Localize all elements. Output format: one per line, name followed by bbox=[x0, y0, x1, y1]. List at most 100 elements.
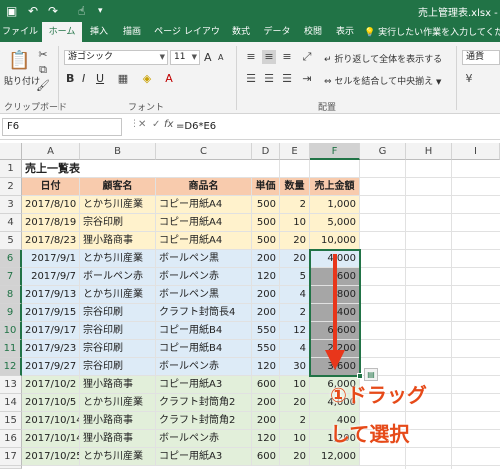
font-size-select[interactable]: 11 ▼ bbox=[170, 50, 200, 65]
undo-icon[interactable]: ↶ bbox=[28, 3, 38, 19]
row-header[interactable]: 13 bbox=[0, 376, 22, 394]
indent-icon[interactable]: ⇥ bbox=[300, 72, 314, 86]
table-cell[interactable]: 120 bbox=[252, 430, 280, 448]
row-header[interactable]: 6 bbox=[0, 250, 22, 268]
column-header-b[interactable]: B bbox=[80, 143, 156, 160]
table-cell[interactable]: クラフト封筒角2 bbox=[156, 394, 252, 412]
table-cell[interactable]: コピー用紙A3 bbox=[156, 376, 252, 394]
copy-icon[interactable]: ⧉ bbox=[36, 63, 50, 77]
insert-function-icon[interactable]: fx bbox=[164, 119, 173, 130]
table-cell[interactable]: 2017/9/27 bbox=[22, 358, 80, 376]
table-cell[interactable]: 200 bbox=[252, 304, 280, 322]
table-cell[interactable]: 20 bbox=[280, 394, 310, 412]
align-top-icon[interactable]: ≡ bbox=[244, 50, 258, 64]
table-cell[interactable]: 20 bbox=[280, 250, 310, 268]
table-cell[interactable]: クラフト封筒角2 bbox=[156, 412, 252, 430]
table-cell[interactable]: 20 bbox=[280, 448, 310, 466]
header-quantity[interactable]: 数量 bbox=[280, 178, 310, 196]
table-cell[interactable]: 狸小路商事 bbox=[80, 232, 156, 250]
grow-font-button[interactable]: A bbox=[204, 51, 212, 64]
table-cell[interactable]: ボールペン赤 bbox=[156, 358, 252, 376]
row-header[interactable]: 1 bbox=[0, 160, 22, 178]
merge-center-button[interactable]: ⇔ セルを結合して中央揃え ▼ bbox=[324, 74, 441, 87]
table-cell[interactable]: 2017/9/13 bbox=[22, 286, 80, 304]
tab-view[interactable]: 表示 bbox=[330, 22, 360, 42]
table-cell[interactable]: 200 bbox=[252, 412, 280, 430]
table-cell[interactable]: 12,000 bbox=[310, 448, 360, 466]
column-header-a[interactable]: A bbox=[22, 143, 80, 160]
header-sales-amount[interactable]: 売上金額 bbox=[310, 178, 360, 196]
save-icon[interactable]: ▣ bbox=[6, 3, 17, 19]
italic-button[interactable]: I bbox=[82, 72, 85, 85]
name-box[interactable]: F6 bbox=[2, 118, 122, 136]
cancel-icon[interactable]: ✕ bbox=[138, 119, 146, 130]
table-cell[interactable]: 宗谷印刷 bbox=[80, 304, 156, 322]
align-middle-icon[interactable]: ≡ bbox=[262, 50, 276, 64]
table-cell[interactable]: 5 bbox=[280, 268, 310, 286]
table-cell[interactable]: 200 bbox=[252, 286, 280, 304]
table-cell[interactable]: 600 bbox=[252, 448, 280, 466]
table-cell[interactable]: 2017/9/15 bbox=[22, 304, 80, 322]
table-cell[interactable]: 600 bbox=[252, 376, 280, 394]
table-cell[interactable]: 2017/9/7 bbox=[22, 268, 80, 286]
table-cell[interactable]: 200 bbox=[252, 394, 280, 412]
table-cell[interactable]: ボールペン赤 bbox=[156, 430, 252, 448]
row-header[interactable]: 10 bbox=[0, 322, 22, 340]
tab-file[interactable]: ファイル bbox=[0, 22, 40, 42]
align-right-icon[interactable]: ☰ bbox=[280, 72, 294, 86]
table-cell[interactable]: 10,000 bbox=[310, 232, 360, 250]
shrink-font-button[interactable]: A bbox=[218, 53, 223, 62]
header-customer[interactable]: 顧客名 bbox=[80, 178, 156, 196]
underline-button[interactable]: U bbox=[96, 72, 104, 85]
column-header-e[interactable]: E bbox=[280, 143, 310, 160]
table-cell[interactable]: 4 bbox=[280, 340, 310, 358]
table-cell[interactable]: 10 bbox=[280, 214, 310, 232]
table-cell[interactable]: 200 bbox=[252, 250, 280, 268]
column-header-g[interactable]: G bbox=[360, 143, 406, 160]
table-cell[interactable]: 120 bbox=[252, 358, 280, 376]
sheet-title[interactable]: 売上一覧表 bbox=[22, 160, 252, 178]
cell[interactable] bbox=[310, 160, 360, 178]
row-header[interactable]: 14 bbox=[0, 394, 22, 412]
fill-color-icon[interactable]: ◈ bbox=[140, 72, 154, 86]
table-cell[interactable]: 1,000 bbox=[310, 196, 360, 214]
table-cell[interactable]: 2017/10/25 bbox=[22, 448, 80, 466]
column-header-d[interactable]: D bbox=[252, 143, 280, 160]
table-cell[interactable]: 2017/9/23 bbox=[22, 340, 80, 358]
header-date[interactable]: 日付 bbox=[22, 178, 80, 196]
formula-input[interactable]: =D6*E6 bbox=[176, 118, 216, 136]
font-color-icon[interactable]: A bbox=[162, 72, 176, 86]
table-cell[interactable]: 2017/8/10 bbox=[22, 196, 80, 214]
table-cell[interactable]: コピー用紙A4 bbox=[156, 214, 252, 232]
orientation-icon[interactable]: ⤢ bbox=[300, 50, 314, 64]
table-cell[interactable]: コピー用紙A4 bbox=[156, 196, 252, 214]
table-cell[interactable]: 狸小路商事 bbox=[80, 412, 156, 430]
table-cell[interactable]: 2017/9/1 bbox=[22, 250, 80, 268]
table-cell[interactable]: クラフト封筒長4 bbox=[156, 304, 252, 322]
table-cell[interactable]: コピー用紙A4 bbox=[156, 232, 252, 250]
table-cell[interactable]: コピー用紙A3 bbox=[156, 448, 252, 466]
row-header[interactable]: 17 bbox=[0, 448, 22, 466]
format-painter-icon[interactable]: 🖌 bbox=[36, 79, 50, 93]
row-header[interactable]: 8 bbox=[0, 286, 22, 304]
paste-button[interactable]: 貼り付け bbox=[4, 74, 40, 87]
header-product[interactable]: 商品名 bbox=[156, 178, 252, 196]
table-cell[interactable]: 5,000 bbox=[310, 214, 360, 232]
column-header-c[interactable]: C bbox=[156, 143, 252, 160]
row-header[interactable]: 4 bbox=[0, 214, 22, 232]
table-cell[interactable]: 20 bbox=[280, 232, 310, 250]
touch-mode-icon[interactable]: ☝ bbox=[78, 3, 85, 19]
paste-icon[interactable]: 📋 bbox=[8, 50, 30, 72]
cell[interactable] bbox=[280, 160, 310, 178]
select-all-corner[interactable] bbox=[0, 143, 22, 160]
table-cell[interactable]: コピー用紙B4 bbox=[156, 340, 252, 358]
table-cell[interactable]: 2 bbox=[280, 196, 310, 214]
quick-analysis-icon[interactable]: ▤ bbox=[364, 368, 378, 381]
row-header[interactable]: 16 bbox=[0, 430, 22, 448]
tab-review[interactable]: 校閲 bbox=[298, 22, 328, 42]
row-header[interactable]: 3 bbox=[0, 196, 22, 214]
table-cell[interactable]: 2017/10/14 bbox=[22, 412, 80, 430]
tab-formulas[interactable]: 数式 bbox=[226, 22, 256, 42]
table-cell[interactable]: ボールペン赤 bbox=[80, 268, 156, 286]
table-cell[interactable]: 4 bbox=[280, 286, 310, 304]
